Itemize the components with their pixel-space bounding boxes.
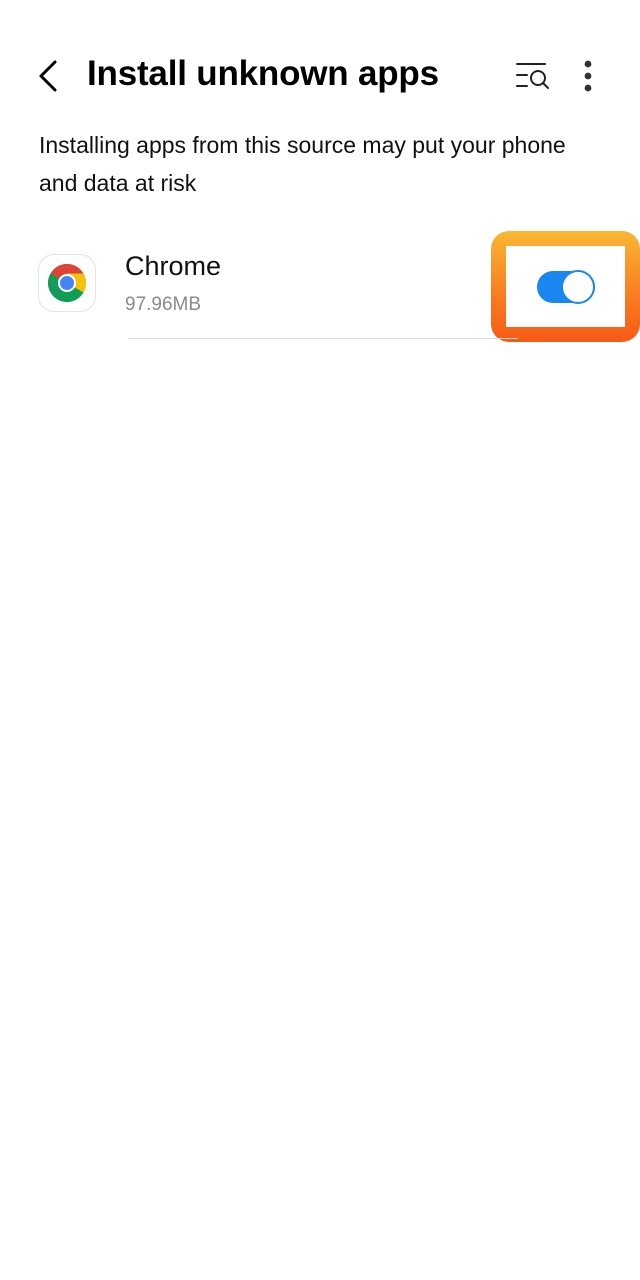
search-button[interactable] xyxy=(510,56,556,96)
more-options-button[interactable] xyxy=(568,54,608,98)
toggle-knob xyxy=(560,269,595,304)
chrome-icon xyxy=(38,254,96,312)
list-divider xyxy=(128,338,518,339)
chevron-left-icon xyxy=(39,60,57,92)
toggle-highlight xyxy=(491,231,640,342)
app-list-item-chrome[interactable]: Chrome 97.96MB xyxy=(0,226,640,342)
app-size: 97.96MB xyxy=(125,294,202,315)
page-title: Install unknown apps xyxy=(87,54,439,93)
back-button[interactable] xyxy=(24,48,72,104)
app-bar: Install unknown apps xyxy=(0,36,640,116)
more-vertical-icon xyxy=(584,60,592,92)
app-name: Chrome xyxy=(125,251,222,281)
install-unknown-apps-screen: Install unknown apps Installing apps fro… xyxy=(0,0,640,1280)
allow-install-toggle[interactable] xyxy=(536,269,595,304)
list-search-icon xyxy=(516,63,549,89)
warning-description: Installing apps from this source may put… xyxy=(39,132,566,196)
toggle-container xyxy=(506,246,625,327)
